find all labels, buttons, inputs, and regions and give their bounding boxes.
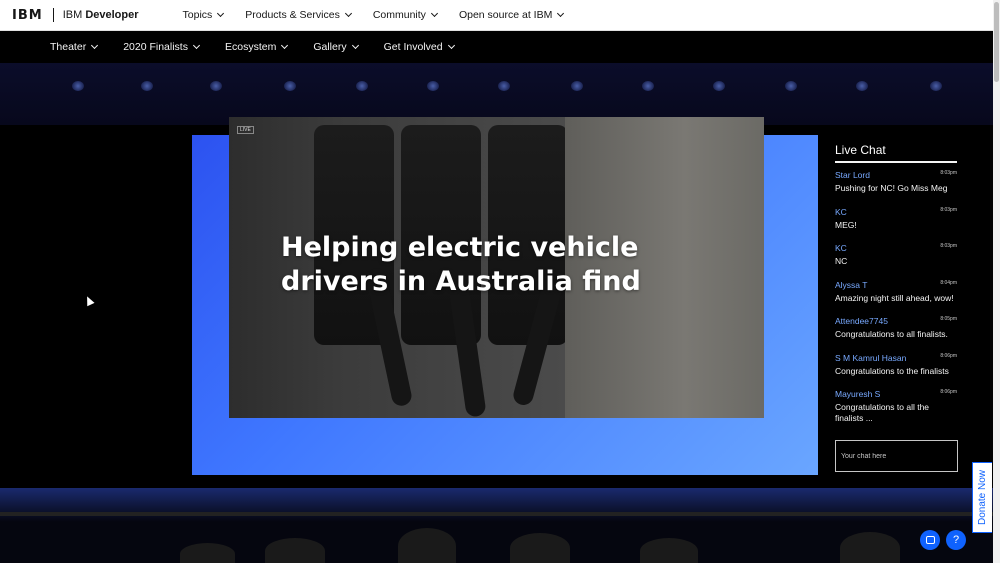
chat-message: KC 8:03pm NC <box>835 243 957 273</box>
donate-label: Donate Now <box>977 469 988 526</box>
stage-light <box>642 81 654 91</box>
chat-username[interactable]: KC <box>835 207 957 217</box>
stage-light <box>930 81 942 91</box>
stage-light <box>498 81 510 91</box>
stage-ceiling <box>0 63 993 125</box>
chat-text: Amazing night still ahead, wow! <box>835 292 954 303</box>
chevron-down-icon <box>447 41 455 50</box>
menu-topics[interactable]: Topics <box>182 9 225 21</box>
menu-open-source[interactable]: Open source at IBM <box>458 9 565 21</box>
menu-community-label: Community <box>372 9 426 21</box>
chat-message: Mayuresh S 8:06pm Congratulations to all… <box>835 389 957 429</box>
chat-message: Attendee7745 8:05pm Congratulations to a… <box>835 316 957 346</box>
stage-light <box>210 81 222 91</box>
stage-light <box>713 81 725 91</box>
chat-username[interactable]: Star Lord <box>835 170 957 180</box>
chevron-down-icon <box>91 41 99 50</box>
stage-left-panel <box>0 125 175 488</box>
chat-username[interactable]: Mayuresh S <box>835 389 957 399</box>
chat-timestamp: 8:05pm <box>940 316 957 322</box>
scrollbar-thumb[interactable] <box>994 2 999 82</box>
chat-message: S M Kamrul Hasan 8:06pm Congratulations … <box>835 353 957 383</box>
top-menu: Topics Products & Services Community Ope… <box>183 9 586 21</box>
subnav-gallery[interactable]: Gallery <box>313 41 359 53</box>
chevron-down-icon <box>430 9 438 18</box>
chat-message: KC 8:03pm MEG! <box>835 207 957 237</box>
stage-light <box>785 81 797 91</box>
stage-light <box>72 81 84 91</box>
ibm-logo[interactable]: IBM <box>12 8 43 23</box>
help-button[interactable]: ? <box>946 530 966 550</box>
subnav-ecosystem-label: Ecosystem <box>224 41 277 53</box>
subnav-ecosystem[interactable]: Ecosystem <box>224 41 289 53</box>
subnav-2020-finalists[interactable]: 2020 Finalists <box>123 41 201 53</box>
chat-username[interactable]: KC <box>835 243 957 253</box>
sub-navigation: Theater 2020 Finalists Ecosystem Gallery… <box>0 31 993 63</box>
brand-prefix: IBM <box>62 9 83 21</box>
chat-title: Live Chat <box>835 143 957 163</box>
chat-timestamp: 8:04pm <box>940 279 957 286</box>
chat-timestamp: 8:06pm <box>940 389 957 395</box>
menu-topics-label: Topics <box>182 9 213 21</box>
audience-head <box>398 528 456 563</box>
stage-light <box>856 81 868 91</box>
question-mark-icon: ? <box>952 534 960 546</box>
chat-timestamp: 8:03pm <box>940 206 957 213</box>
menu-products-services[interactable]: Products & Services <box>245 9 352 21</box>
stage-light <box>356 81 368 91</box>
subnav-get-involved[interactable]: Get Involved <box>383 41 455 53</box>
chat-timestamp: 8:06pm <box>940 352 957 359</box>
menu-products-label: Products & Services <box>245 9 340 21</box>
live-chat-panel: Live Chat Star Lord 8:03pm Pushing for N… <box>818 125 993 488</box>
chevron-down-icon <box>281 41 289 50</box>
subnav-get-involved-label: Get Involved <box>383 41 443 53</box>
brand-title[interactable]: IBM Developer <box>63 9 139 21</box>
audience-head <box>180 543 235 563</box>
audience-head <box>840 532 900 563</box>
subnav-theater[interactable]: Theater <box>50 41 99 53</box>
menu-community[interactable]: Community <box>372 9 438 21</box>
chat-text: Congratulations to the finalists <box>835 365 949 376</box>
chevron-down-icon <box>557 9 565 18</box>
chevron-down-icon <box>217 9 225 18</box>
chat-username[interactable]: Attendee7745 <box>835 316 957 326</box>
stage-light <box>427 81 439 91</box>
chat-timestamp: 8:03pm <box>940 170 957 176</box>
chat-message: Alyssa T 8:04pm Amazing night still ahea… <box>835 280 957 310</box>
chat-support-button[interactable] <box>920 530 940 550</box>
chat-username[interactable]: S M Kamrul Hasan <box>835 353 957 363</box>
logo-divider <box>52 8 54 22</box>
chat-text: Congratulations to all finalists. <box>835 329 948 339</box>
chat-username[interactable]: Alyssa T <box>835 280 957 290</box>
chevron-down-icon <box>192 41 201 50</box>
menu-open-source-label: Open source at IBM <box>458 9 553 21</box>
subnav-finalists-label: 2020 Finalists <box>123 41 188 53</box>
chevron-down-icon <box>351 41 359 50</box>
chat-bubble-icon <box>925 536 935 544</box>
audience-head <box>640 538 698 563</box>
chat-text: MEG! <box>835 219 857 230</box>
live-badge: LIVE <box>237 126 254 134</box>
page-scrollbar[interactable] <box>993 0 1000 563</box>
chat-message: Star Lord 8:03pm Pushing for NC! Go Miss… <box>835 170 957 200</box>
stage-edge <box>0 512 993 516</box>
video-headline: Helping electric vehicle drivers in Aust… <box>281 232 641 297</box>
audience-head <box>510 533 570 563</box>
video-player[interactable]: LIVE Helping electric vehicle drivers in… <box>229 117 764 418</box>
chat-text: Congratulations to all the finalists ... <box>835 402 930 423</box>
stage-light <box>571 81 583 91</box>
chevron-down-icon <box>344 9 352 18</box>
brand-name: Developer <box>85 9 139 21</box>
subnav-theater-label: Theater <box>50 41 87 53</box>
stage-light <box>141 81 153 91</box>
chat-input[interactable] <box>835 440 958 472</box>
chat-text: NC <box>835 256 848 266</box>
audience-head <box>265 538 325 563</box>
top-navigation: IBM IBM Developer Topics Products & Serv… <box>0 0 993 31</box>
chat-timestamp: 8:03pm <box>940 243 957 249</box>
donate-now-button[interactable]: Donate Now <box>972 462 992 533</box>
subnav-gallery-label: Gallery <box>313 41 347 53</box>
chat-text: Pushing for NC! Go Miss Meg <box>835 183 948 193</box>
stage-light <box>284 81 296 91</box>
